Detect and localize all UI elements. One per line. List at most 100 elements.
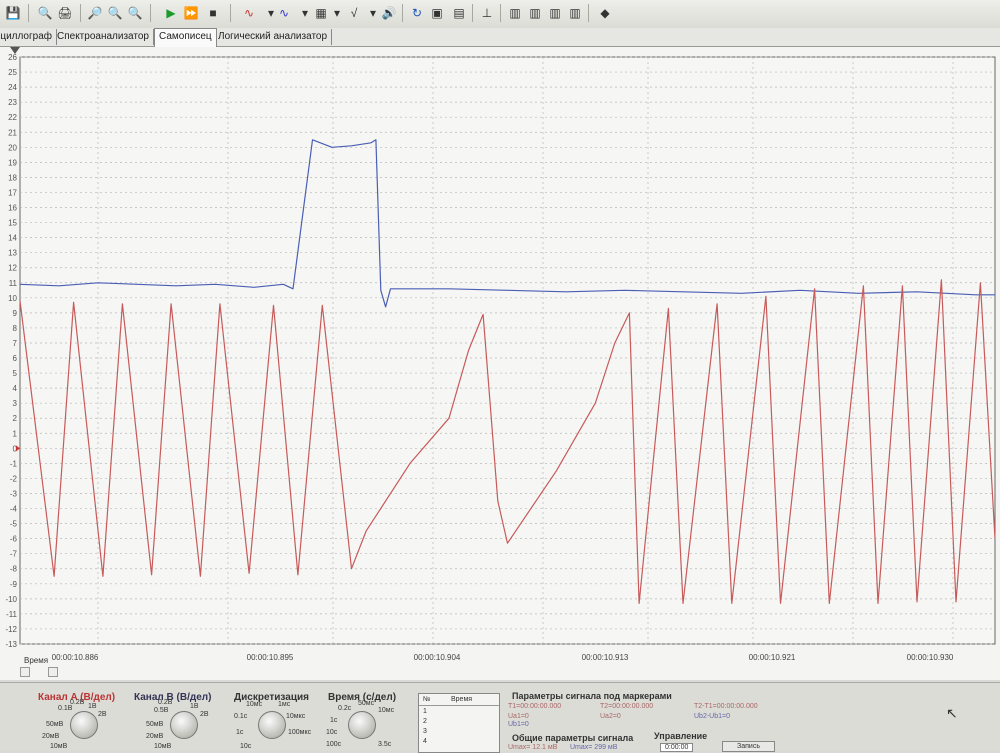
plot-area[interactable]: 26 25 24 23 22 21 20 19 18 17 16 15 14 13 12 11 10 9 8 7 6 5 4… (0, 47, 1000, 680)
y-tick-label: 17 (8, 188, 17, 197)
zero-marker-icon (16, 445, 20, 452)
trigger-icon[interactable]: ⊥ (478, 4, 496, 22)
x-tick-label: 00:00:10.913 (582, 653, 629, 662)
y-tick-label: 20 (8, 143, 17, 152)
print-preview-icon[interactable]: 🔍 (36, 4, 54, 22)
toolbar-separator (150, 4, 151, 22)
y-tick-label: 21 (8, 128, 17, 137)
refresh-icon[interactable]: ↻ (408, 4, 426, 22)
knob-label: 1В (88, 703, 97, 710)
knob-label: 2В (200, 711, 209, 718)
mouse-cursor-icon: ↖ (946, 705, 958, 721)
play-icon[interactable]: ▶ (162, 4, 180, 22)
toolbar-separator (80, 4, 81, 22)
stop-icon[interactable]: ■ (204, 4, 222, 22)
knob-label: 10с (326, 729, 338, 736)
y-tick-label: -10 (5, 595, 17, 604)
toolbar-separator (28, 4, 29, 22)
knob-label: 50мВ (46, 721, 64, 728)
y-tick-label: 5 (13, 369, 18, 378)
marker-params-title: Параметры сигнала под маркерами (512, 691, 672, 701)
channel-b-knob[interactable] (170, 711, 198, 739)
knob-label: 0.1с (234, 713, 248, 720)
y-tick-label: -4 (10, 505, 18, 514)
x-tick-label: 00:00:10.904 (414, 653, 461, 662)
sound-icon[interactable]: 🔊 (380, 4, 398, 22)
marker-ua: Ua1=0 (508, 713, 529, 720)
zoom-in-icon[interactable]: 🔎 (86, 4, 104, 22)
knob-label: 1мс (278, 701, 291, 708)
knob-label: 100с (326, 741, 342, 748)
y-tick-label: 24 (8, 83, 17, 92)
toolbar: 💾 🔍 🖨 🔎 🔍 🔍 ▶ ⏩ ■ ∿ ▾ ∿ ▾ ▦ ▾ √ ▾ 🔊 ↻ ▣ … (0, 0, 1000, 29)
y-tick-label: 8 (13, 324, 18, 333)
fast-forward-icon[interactable]: ⏩ (182, 4, 200, 22)
dropdown-arrow-icon[interactable]: ▾ (328, 4, 346, 22)
plot-frame (19, 56, 996, 645)
zoom-fit-icon[interactable]: 🔍 (126, 4, 144, 22)
table-row: 1 (423, 708, 427, 715)
marker-table[interactable]: № Время 1 2 3 4 (418, 693, 500, 753)
channel-a-icon[interactable]: ∿ (240, 4, 258, 22)
knob-label: 1с (236, 729, 244, 736)
knob-label: 0.1В (58, 705, 73, 712)
knob-label: 10мс (246, 701, 263, 708)
y-tick-label: 16 (8, 204, 17, 213)
print-icon[interactable]: 🖨 (56, 4, 74, 22)
scroll-right-button[interactable] (48, 667, 58, 677)
time-knob[interactable] (348, 711, 376, 739)
control-panel: Канал A (В/дел) 0.1В 0.2В 1В 2В 50мВ 20м… (0, 682, 1000, 753)
save-icon[interactable]: 💾 (4, 4, 22, 22)
marker-ua2: Ua2=0 (600, 713, 621, 720)
grid-icon[interactable]: ▣ (428, 4, 446, 22)
tab-recorder[interactable]: Самописец (154, 28, 217, 47)
knob-label: 20мВ (146, 733, 164, 740)
y-tick-label: 3 (13, 399, 18, 408)
channel-a-knob[interactable] (70, 711, 98, 739)
table-row: 4 (423, 738, 427, 745)
tab-bar: Осциллограф Спектроанализатор Самописец … (0, 28, 1000, 47)
knob-label: 3.5с (378, 741, 392, 748)
knob-label: 10мВ (50, 743, 68, 750)
discretization-knob[interactable] (258, 711, 286, 739)
scroll-left-button[interactable] (20, 667, 30, 677)
chip-icon[interactable]: ▥ (546, 4, 564, 22)
knob-label: 0.2В (70, 699, 85, 706)
knob-label: 50мс (358, 700, 375, 707)
x-tick-label: 00:00:10.930 (907, 653, 954, 662)
y-tick-label: -3 (10, 489, 18, 498)
marker-ub2: Ub2-Ub1=0 (694, 713, 730, 720)
sqrt-icon[interactable]: √ (345, 4, 363, 22)
table-header-time: Время (451, 696, 473, 703)
y-tick-label: 14 (8, 234, 17, 243)
y-tick-label: -8 (10, 565, 18, 574)
table-icon[interactable]: ▤ (450, 4, 468, 22)
y-tick-label: 6 (13, 354, 18, 363)
recorder-chart[interactable]: 2625242322212019181716151413121110987654… (0, 47, 1000, 680)
tab-spectrum-analyzer[interactable]: Спектроанализатор (53, 29, 154, 45)
chip-icon[interactable]: ▥ (526, 4, 544, 22)
channel-b-icon[interactable]: ∿ (275, 4, 293, 22)
x-tick-label: 00:00:10.921 (749, 653, 796, 662)
channel-b-title: Канал B (В/дел) (134, 692, 212, 703)
zoom-out-icon[interactable]: 🔍 (106, 4, 124, 22)
knob-label: 2В (98, 711, 107, 718)
toolbar-separator (230, 4, 231, 22)
record-button[interactable]: Запись (722, 741, 775, 752)
control-title: Управление (654, 731, 708, 741)
x-tick-label: 00:00:10.886 (52, 653, 99, 662)
marker-ub: Ub1=0 (508, 721, 529, 728)
eraser-icon[interactable]: ◆ (596, 4, 614, 22)
tab-oscilloscope[interactable]: Осциллограф (0, 29, 57, 45)
chip-icon[interactable]: ▥ (506, 4, 524, 22)
table-row: 2 (423, 718, 427, 725)
tab-logic-analyzer[interactable]: Логический анализатор (214, 29, 333, 45)
marker-t2: T2=00:00:00.000 (600, 703, 654, 710)
chip-icon[interactable]: ▥ (566, 4, 584, 22)
y-tick-label: 25 (8, 68, 17, 77)
y-tick-label: -2 (10, 474, 18, 483)
y-tick-label: -6 (10, 535, 18, 544)
recording-time-field[interactable]: 0:00:00 (660, 743, 694, 752)
y-tick-label: -5 (10, 520, 18, 529)
y-tick-label: -13 (5, 640, 17, 649)
